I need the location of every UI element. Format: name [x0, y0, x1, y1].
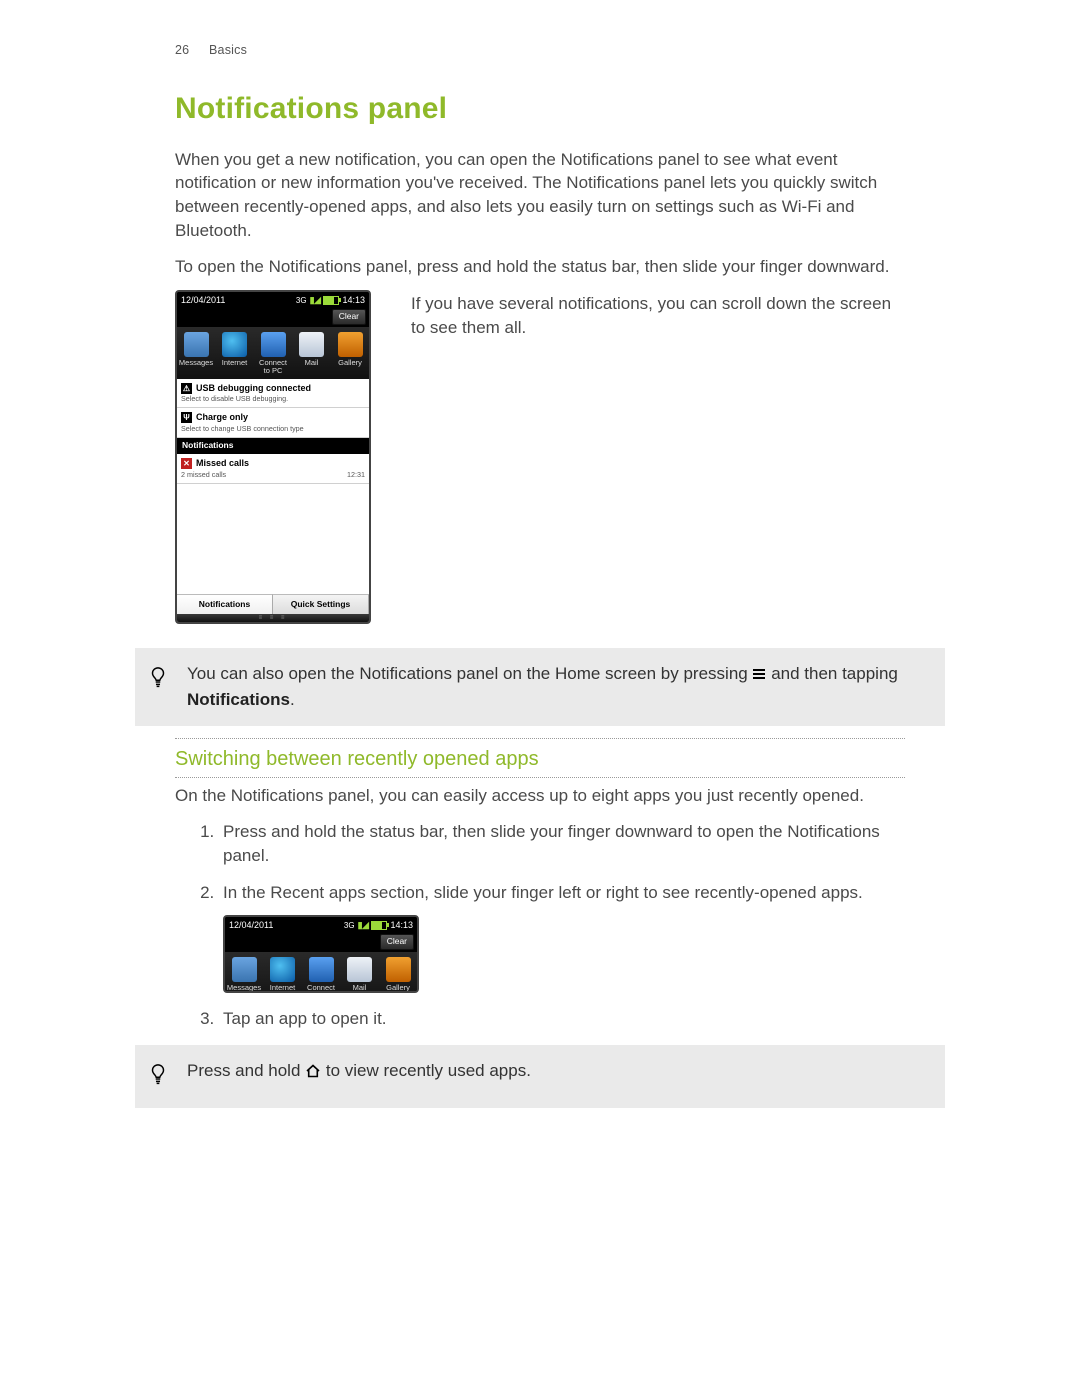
- running-header: 26 Basics: [175, 42, 905, 60]
- status-bar: 12/04/2011 3G ▮◢ 14:13: [177, 292, 369, 308]
- figure-side-text: If you have several notifications, you c…: [411, 290, 905, 352]
- tip-text: You can also open the Notifications pane…: [187, 662, 929, 712]
- network-type-icon: 3G: [296, 295, 307, 306]
- clear-row: Clear: [225, 933, 417, 952]
- tab-notifications[interactable]: Notifications: [177, 594, 273, 615]
- step-2: In the Recent apps section, slide your f…: [219, 881, 905, 993]
- recent-app-connect-pc[interactable]: Connect to PC: [303, 957, 339, 994]
- screenshot-notifications-panel: 12/04/2011 3G ▮◢ 14:13 Clear Messages In…: [175, 290, 371, 624]
- status-icons: 3G ▮◢ 14:13: [344, 919, 413, 932]
- status-bar: 12/04/2011 3G ▮◢ 14:13: [225, 917, 417, 933]
- intro-paragraph-2: To open the Notifications panel, press a…: [175, 255, 905, 279]
- status-time: 14:13: [390, 919, 413, 932]
- recent-app-gallery[interactable]: Gallery: [332, 332, 368, 375]
- mail-icon: [347, 957, 372, 982]
- intro-paragraph-1: When you get a new notification, you can…: [175, 148, 905, 243]
- gallery-icon: [386, 957, 411, 982]
- screenshot-recent-apps: 12/04/2011 3G ▮◢ 14:13 Clear Messages: [223, 915, 419, 993]
- clear-button[interactable]: Clear: [332, 309, 366, 325]
- sub-paragraph: On the Notifications panel, you can easi…: [175, 784, 905, 808]
- subheading: Switching between recently opened apps: [175, 745, 905, 773]
- empty-area: [177, 484, 369, 594]
- menu-icon: [752, 664, 766, 688]
- status-date: 12/04/2011: [181, 294, 225, 307]
- clear-row: Clear: [177, 308, 369, 327]
- recent-app-messages[interactable]: Messages: [226, 957, 262, 994]
- connect-pc-icon: [309, 957, 334, 982]
- network-type-icon: 3G: [344, 920, 355, 931]
- recent-apps-row: Messages Internet Connect to PC Mail Gal…: [225, 952, 417, 994]
- page-title: Notifications panel: [175, 88, 905, 130]
- bottom-tabs: Notifications Quick Settings: [177, 594, 369, 615]
- side-note: If you have several notifications, you c…: [411, 292, 905, 340]
- figure-row: 12/04/2011 3G ▮◢ 14:13 Clear Messages In…: [175, 290, 905, 624]
- recent-app-mail[interactable]: Mail: [294, 332, 330, 375]
- home-icon: [305, 1061, 321, 1085]
- clear-button[interactable]: Clear: [380, 934, 414, 950]
- internet-icon: [270, 957, 295, 982]
- notification-charge-only[interactable]: ΨCharge only Select to change USB connec…: [177, 408, 369, 438]
- warning-icon: ⚠: [181, 383, 192, 394]
- recent-app-messages[interactable]: Messages: [178, 332, 214, 375]
- notification-usb-debugging[interactable]: ⚠USB debugging connected Select to disab…: [177, 379, 369, 409]
- tip-bulb-icon: [147, 1059, 169, 1094]
- status-date: 12/04/2011: [229, 919, 273, 932]
- separator: [175, 777, 905, 778]
- connect-pc-icon: [261, 332, 286, 357]
- tip-bulb-icon: [147, 662, 169, 697]
- recent-app-gallery[interactable]: Gallery: [380, 957, 416, 994]
- messages-icon: [184, 332, 209, 357]
- page: 26 Basics Notifications panel When you g…: [0, 0, 1080, 1397]
- missed-call-icon: ✕: [181, 458, 192, 469]
- notifications-section-header: Notifications: [177, 438, 369, 454]
- step-3: Tap an app to open it.: [219, 1007, 905, 1031]
- recent-app-mail[interactable]: Mail: [342, 957, 378, 994]
- recent-apps-row: Messages Internet Connect to PC Mail Gal…: [177, 327, 369, 379]
- recent-app-connect-pc[interactable]: Connect to PC: [255, 332, 291, 375]
- signal-icon: ▮◢: [310, 294, 321, 307]
- drag-handle[interactable]: ≡ ≡ ≡: [177, 614, 369, 622]
- status-icons: 3G ▮◢ 14:13: [296, 294, 365, 307]
- battery-icon: [371, 921, 387, 930]
- recent-app-internet[interactable]: Internet: [217, 332, 253, 375]
- notification-missed-calls[interactable]: ✕Missed calls 2 missed calls12:31: [177, 454, 369, 484]
- gallery-icon: [338, 332, 363, 357]
- tab-quick-settings[interactable]: Quick Settings: [273, 594, 369, 615]
- messages-icon: [232, 957, 257, 982]
- step-1: Press and hold the status bar, then slid…: [219, 820, 905, 868]
- battery-icon: [323, 296, 339, 305]
- steps-list: Press and hold the status bar, then slid…: [175, 820, 905, 1031]
- separator: [175, 738, 905, 739]
- status-time: 14:13: [342, 294, 365, 307]
- tip-text: Press and hold to view recently used app…: [187, 1059, 531, 1085]
- tip-box-2: Press and hold to view recently used app…: [135, 1045, 945, 1108]
- recent-app-internet[interactable]: Internet: [265, 957, 301, 994]
- usb-icon: Ψ: [181, 412, 192, 423]
- mail-icon: [299, 332, 324, 357]
- page-number: 26: [175, 43, 189, 57]
- internet-icon: [222, 332, 247, 357]
- notifications-list: ⚠USB debugging connected Select to disab…: [177, 379, 369, 623]
- signal-icon: ▮◢: [358, 919, 369, 932]
- tip-box-1: You can also open the Notifications pane…: [135, 648, 945, 726]
- chapter-name: Basics: [209, 43, 247, 57]
